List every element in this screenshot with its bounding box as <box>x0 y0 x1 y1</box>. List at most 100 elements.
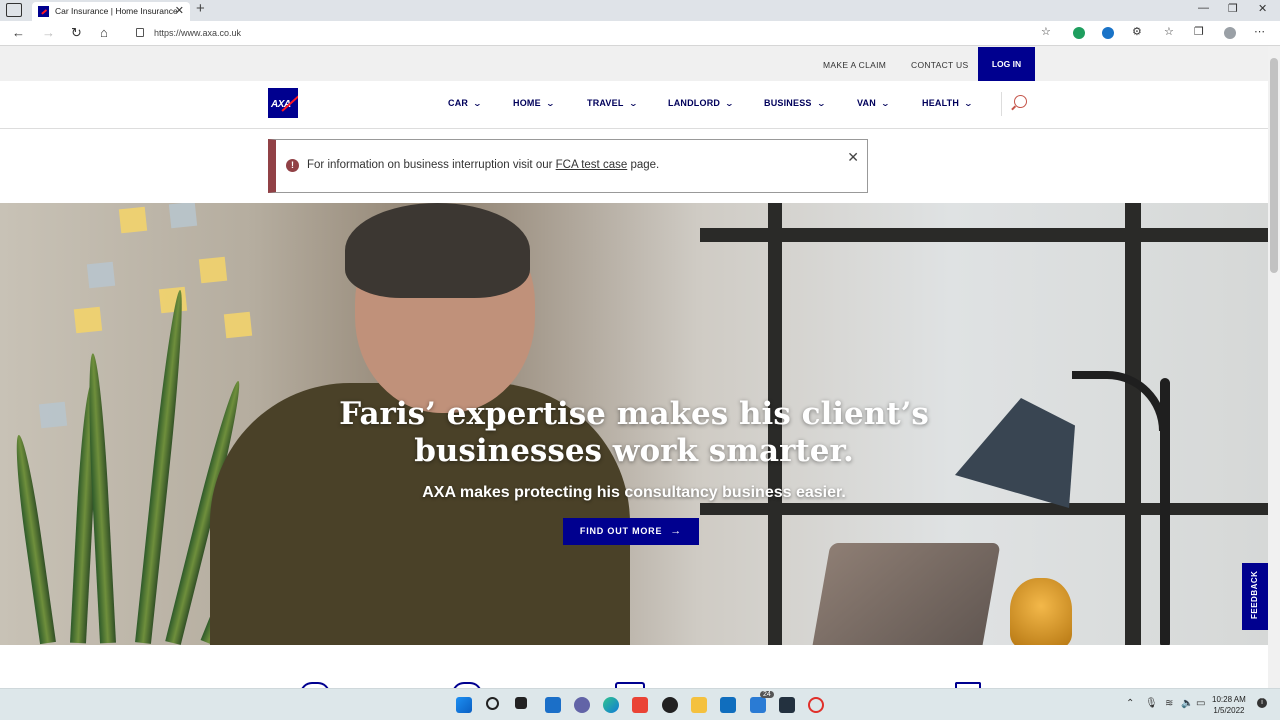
address-bar: ← → ↻ ⌂ https://www.axa.co.uk ☆ ⚙ ☆ ❐ ⋯ <box>0 21 1280 46</box>
extension-icon-1[interactable] <box>1073 27 1085 39</box>
info-alert-banner: ! For information on business interrupti… <box>268 139 868 193</box>
teams-icon[interactable] <box>574 697 590 713</box>
nav-item-van[interactable]: VAN ⌄ <box>857 98 891 108</box>
microphone-icon[interactable]: 🎙 <box>1145 698 1158 709</box>
opera-icon[interactable] <box>808 697 824 713</box>
collections-icon[interactable]: ❐ <box>1194 25 1204 38</box>
info-icon: ! <box>286 159 299 172</box>
nav-label: HOME <box>513 98 541 108</box>
task-view-icon[interactable] <box>515 697 527 709</box>
nav-item-business[interactable]: BUSINESS ⌄ <box>764 98 826 108</box>
chevron-down-icon: ⌄ <box>628 99 638 108</box>
window-frame <box>700 503 1268 515</box>
sticky-note <box>158 286 188 314</box>
alert-message: For information on business interruption… <box>307 159 659 171</box>
volume-icon[interactable]: 🔈 <box>1181 698 1193 709</box>
cta-label: FIND OUT MORE <box>579 526 663 536</box>
axa-logo[interactable]: AXA <box>268 88 298 118</box>
clock-date: 1/5/2022 <box>1213 706 1245 715</box>
file-explorer-icon[interactable] <box>691 697 707 713</box>
wifi-icon[interactable]: ≋ <box>1165 698 1173 709</box>
app-icon[interactable] <box>662 697 678 713</box>
nav-item-landlord[interactable]: LANDLORD ⌄ <box>668 98 735 108</box>
nav-item-car[interactable]: CAR ⌄ <box>448 98 482 108</box>
home-button[interactable]: ⌂ <box>100 25 108 40</box>
favorite-star-icon[interactable]: ☆ <box>1041 25 1051 38</box>
maximize-button[interactable]: ❐ <box>1228 2 1238 15</box>
battery-icon[interactable]: ▭ <box>1196 698 1205 709</box>
product-icons-row <box>0 645 1268 694</box>
nav-label: BUSINESS <box>764 98 812 108</box>
minimize-button[interactable]: — <box>1198 2 1209 14</box>
feedback-tab[interactable]: FEEDBACK <box>1242 563 1268 630</box>
window-frame <box>700 228 1268 242</box>
windows-taskbar: 24 ⌃ 🎙 ≋ 🔈 ▭ 10:28 AM 1/5/2022 i <box>0 688 1280 720</box>
nav-label: VAN <box>857 98 876 108</box>
mail-icon[interactable] <box>750 697 766 713</box>
contact-us-link[interactable]: CONTACT US <box>911 60 968 70</box>
store-icon[interactable] <box>720 697 736 713</box>
url-field[interactable]: https://www.axa.co.uk <box>126 24 1061 43</box>
widgets-icon[interactable] <box>545 697 561 713</box>
hero-banner: Faris’ expertise makes his client’s busi… <box>0 203 1268 645</box>
nav-item-home[interactable]: HOME ⌄ <box>513 98 556 108</box>
tab-close-icon[interactable]: ✕ <box>175 4 184 17</box>
log-in-button[interactable]: LOG IN <box>978 47 1035 81</box>
edge-icon[interactable] <box>603 697 619 713</box>
nav-label: TRAVEL <box>587 98 624 108</box>
nav-item-health[interactable]: HEALTH ⌄ <box>922 98 974 108</box>
new-tab-button[interactable]: + <box>196 0 205 17</box>
notification-icon[interactable]: i <box>1257 698 1267 708</box>
sticky-note <box>223 311 253 339</box>
hero-subheading: AXA makes protecting his consultancy bus… <box>422 484 846 501</box>
fca-test-case-link[interactable]: FCA test case <box>556 159 628 171</box>
chevron-down-icon: ⌄ <box>880 99 891 108</box>
sticky-note <box>168 203 198 229</box>
forward-button[interactable]: → <box>42 25 55 40</box>
chevron-down-icon: ⌄ <box>724 99 735 108</box>
find-out-more-button[interactable]: FIND OUT MORE → <box>563 518 699 545</box>
nav-label: LANDLORD <box>668 98 721 108</box>
sticky-note <box>86 261 116 289</box>
page-scrollbar[interactable] <box>1268 46 1280 688</box>
laptop <box>809 543 1001 645</box>
sticky-note <box>198 256 228 284</box>
refresh-button[interactable]: ↻ <box>71 25 82 41</box>
arrow-right-icon: → <box>670 525 683 537</box>
alert-close-icon[interactable]: ✕ <box>847 149 859 166</box>
start-icon[interactable] <box>456 697 472 713</box>
close-window-button[interactable]: ✕ <box>1258 2 1267 15</box>
browser-tab-axa[interactable]: Car Insurance | Home Insurance ✕ <box>32 2 190 21</box>
chevron-down-icon: ⌄ <box>963 99 974 108</box>
profile-avatar-icon[interactable] <box>1224 27 1236 39</box>
chevron-up-icon[interactable]: ⌃ <box>1126 698 1134 709</box>
clock-time: 10:28 AM <box>1212 695 1246 704</box>
scrollbar-thumb[interactable] <box>1270 58 1278 273</box>
gmail-icon[interactable] <box>632 697 648 713</box>
back-button[interactable]: ← <box>12 25 25 40</box>
chevron-down-icon: ⌄ <box>545 99 556 108</box>
search-icon[interactable] <box>1014 95 1027 108</box>
url-text: https://www.axa.co.uk <box>154 28 242 38</box>
hero-headline-line2: businesses work smarter. <box>414 433 854 469</box>
nav-label: HEALTH <box>922 98 960 108</box>
nav-divider <box>1001 92 1002 116</box>
nav-item-travel[interactable]: TRAVEL ⌄ <box>587 98 638 108</box>
nav-label: CAR <box>448 98 469 108</box>
favorites-icon[interactable]: ☆ <box>1164 25 1174 38</box>
extension-icon-2[interactable] <box>1102 27 1114 39</box>
utility-bar: MAKE A CLAIM CONTACT US <box>0 46 1268 81</box>
make-a-claim-link[interactable]: MAKE A CLAIM <box>823 60 886 70</box>
alert-text-end: page. <box>627 159 660 171</box>
browser-tabstrip: Car Insurance | Home Insurance ✕ + — ❐ ✕ <box>0 0 1280 21</box>
more-menu-icon[interactable]: ⋯ <box>1254 25 1265 38</box>
alert-text: For information on business interruption… <box>307 159 556 171</box>
chevron-down-icon: ⌄ <box>816 99 826 108</box>
favicon-axa-icon <box>38 6 49 17</box>
hero-headline-line1: Faris’ expertise makes his client’s <box>339 396 929 432</box>
system-clock[interactable]: 10:28 AM 1/5/2022 <box>1212 694 1246 716</box>
search-taskbar-icon[interactable] <box>486 697 499 710</box>
extensions-icon[interactable]: ⚙ <box>1132 25 1142 38</box>
tab-actions-icon[interactable] <box>6 3 22 17</box>
terminal-icon[interactable] <box>779 697 795 713</box>
